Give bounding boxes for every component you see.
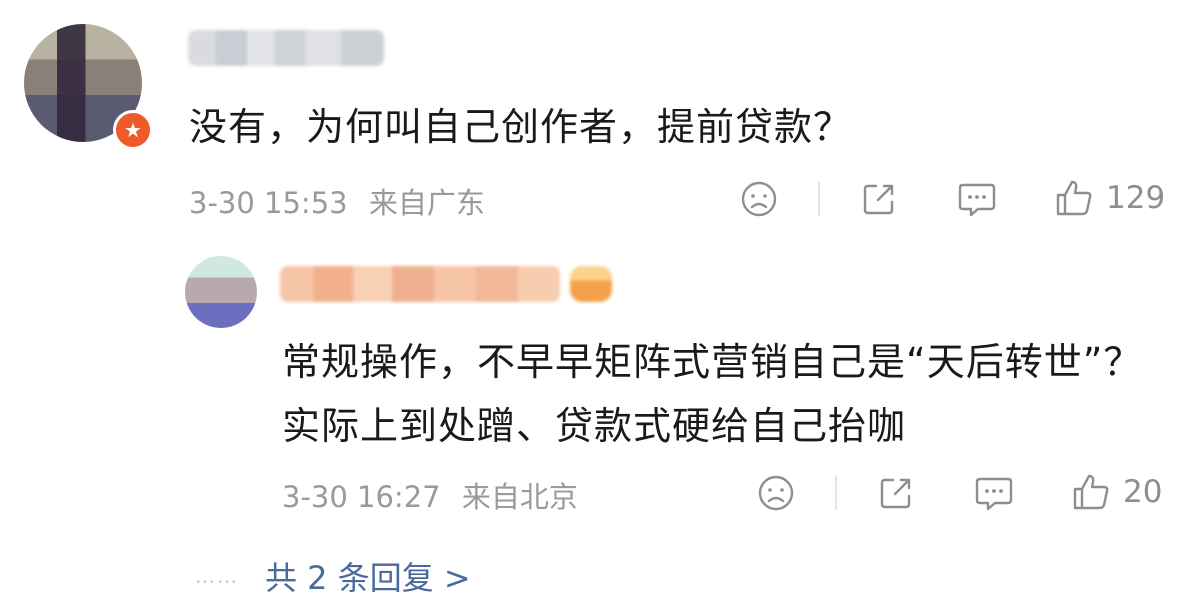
sad-face-icon xyxy=(758,475,794,511)
share-button[interactable] xyxy=(860,180,898,218)
comment-text: 没有，为何叫自己创作者，提前贷款？ xyxy=(189,105,853,149)
comment-thread: ★ 没有，为何叫自己创作者，提前贷款？ 3-30 15:53 来自广东 129 … xyxy=(0,0,1194,615)
more-replies[interactable]: …… 共 2 条回复 > xyxy=(195,553,471,599)
more-replies-link[interactable]: 共 2 条回复 > xyxy=(265,553,471,599)
thumbs-up-icon xyxy=(1056,180,1092,216)
comment-button[interactable] xyxy=(957,180,997,218)
comment-icon xyxy=(975,477,1013,511)
like-count: 129 xyxy=(1106,180,1166,216)
reply-like-count: 20 xyxy=(1123,474,1163,510)
comment-date: 3-30 15:53 xyxy=(189,186,348,220)
divider xyxy=(835,476,837,510)
dots-separator: …… xyxy=(195,564,239,588)
share-icon xyxy=(863,184,894,215)
reply-user-badge xyxy=(570,266,612,302)
reply-share-button[interactable] xyxy=(877,474,915,512)
reply-location: 来自北京 xyxy=(461,480,578,514)
reply-dislike-button[interactable] xyxy=(757,474,795,512)
reply-like-button[interactable]: 20 xyxy=(1071,472,1162,512)
reply-meta: 3-30 16:27 来自北京 xyxy=(282,474,590,516)
reply-text: 常规操作，不早早矩阵式营销自己是“天后转世”？实际上到处蹭、贷款式硬给自己抬咖 xyxy=(282,340,1143,448)
reply-comment-button[interactable] xyxy=(974,474,1014,512)
comment-location: 来自广东 xyxy=(368,186,485,220)
reply-username-blurred[interactable] xyxy=(280,266,560,302)
share-icon xyxy=(880,478,911,509)
reply-date: 3-30 16:27 xyxy=(282,480,441,514)
comment-icon xyxy=(958,183,996,217)
like-button[interactable]: 129 xyxy=(1054,178,1165,218)
sad-face-icon xyxy=(741,181,777,217)
star-badge-icon: ★ xyxy=(113,110,153,150)
dislike-button[interactable] xyxy=(740,180,778,218)
comment-meta: 3-30 15:53 来自广东 xyxy=(189,180,497,222)
username-blurred[interactable] xyxy=(188,30,384,66)
reply-avatar[interactable] xyxy=(185,256,257,328)
thumbs-up-icon xyxy=(1073,474,1109,510)
divider xyxy=(818,182,820,216)
